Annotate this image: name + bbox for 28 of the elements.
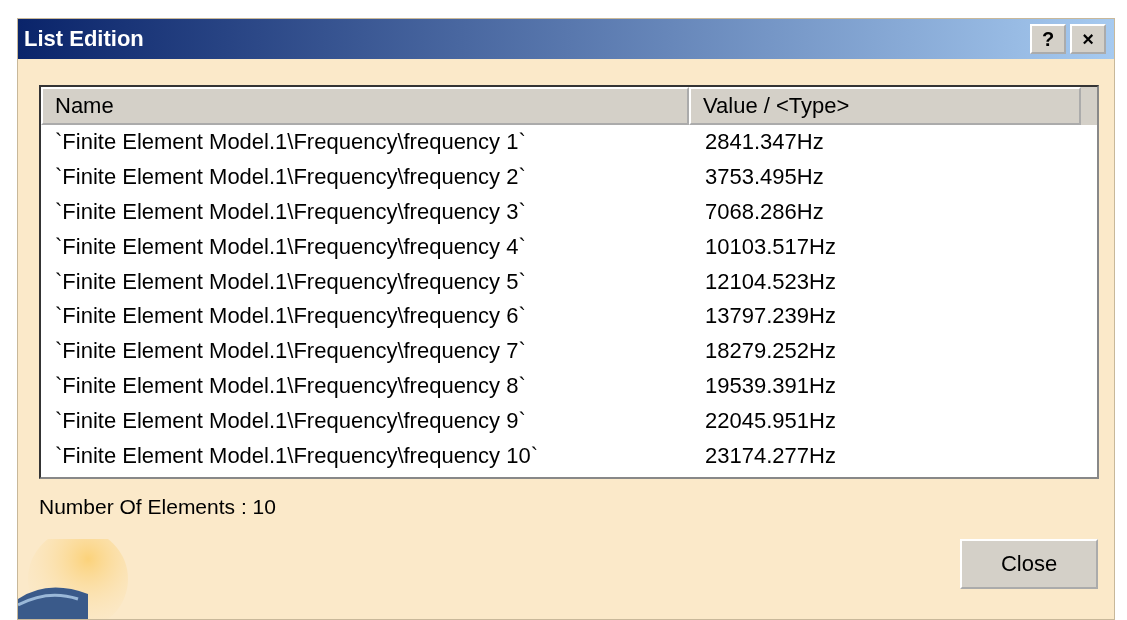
table-cell-text: `Finite Element Model.1\Frequency\frequency 3`: [54, 199, 527, 225]
table-cell-text: 18279.252Hz: [704, 338, 837, 365]
table-cell-text: `Finite Element Model.1\Frequency\frequency 6`: [54, 303, 527, 330]
table-cell-text: 2841.347Hz: [704, 129, 825, 156]
header-filler: [1081, 87, 1097, 125]
table-cell-text: `Finite Element Model.1\Frequency\frequency 10`: [54, 442, 539, 469]
close-button[interactable]: ×: [1070, 24, 1106, 54]
window-title: List Edition: [24, 26, 144, 52]
table-cell-text: `Finite Element Model.1\Frequency\frequency 9`: [54, 407, 527, 434]
table-cell-text: `Finite Element Model.1\Frequency\frequency 4`: [54, 233, 527, 260]
table-cell-text: 23174.277Hz: [704, 442, 837, 469]
table-cell-text: `Finite Element Model.1\Frequency\frequency 8`: [54, 372, 527, 399]
element-count: Number Of Elements : 10: [39, 495, 277, 519]
table-cell-text: 10103.517Hz: [704, 233, 837, 260]
help-button[interactable]: ?: [1030, 24, 1066, 54]
table-cell-text: `Finite Element Model.1\Frequency\frequency 7`: [54, 338, 527, 365]
table-cell-text: 12104.523Hz: [704, 268, 837, 295]
table-cell-text: 22045.951Hz: [704, 407, 837, 434]
table-cell-text: 7068.286Hz: [704, 199, 825, 225]
table-cell-text: `Finite Element Model.1\Frequency\frequency 1`: [54, 129, 527, 156]
table-cell-text: `Finite Element Model.1\Frequency\frequency 2`: [54, 164, 527, 191]
table-cell-text: 3753.495Hz: [704, 164, 825, 191]
close-dialog-button[interactable]: Close: [960, 539, 1098, 589]
table-cell-text: `Finite Element Model.1\Frequency\frequency 5`: [54, 268, 527, 295]
column-header[interactable]: Value / <Type>: [689, 87, 1081, 125]
table-cell-text: 19539.391Hz: [704, 372, 837, 399]
table-cell-text: 13797.239Hz: [704, 303, 837, 330]
column-header[interactable]: Name: [41, 87, 689, 125]
